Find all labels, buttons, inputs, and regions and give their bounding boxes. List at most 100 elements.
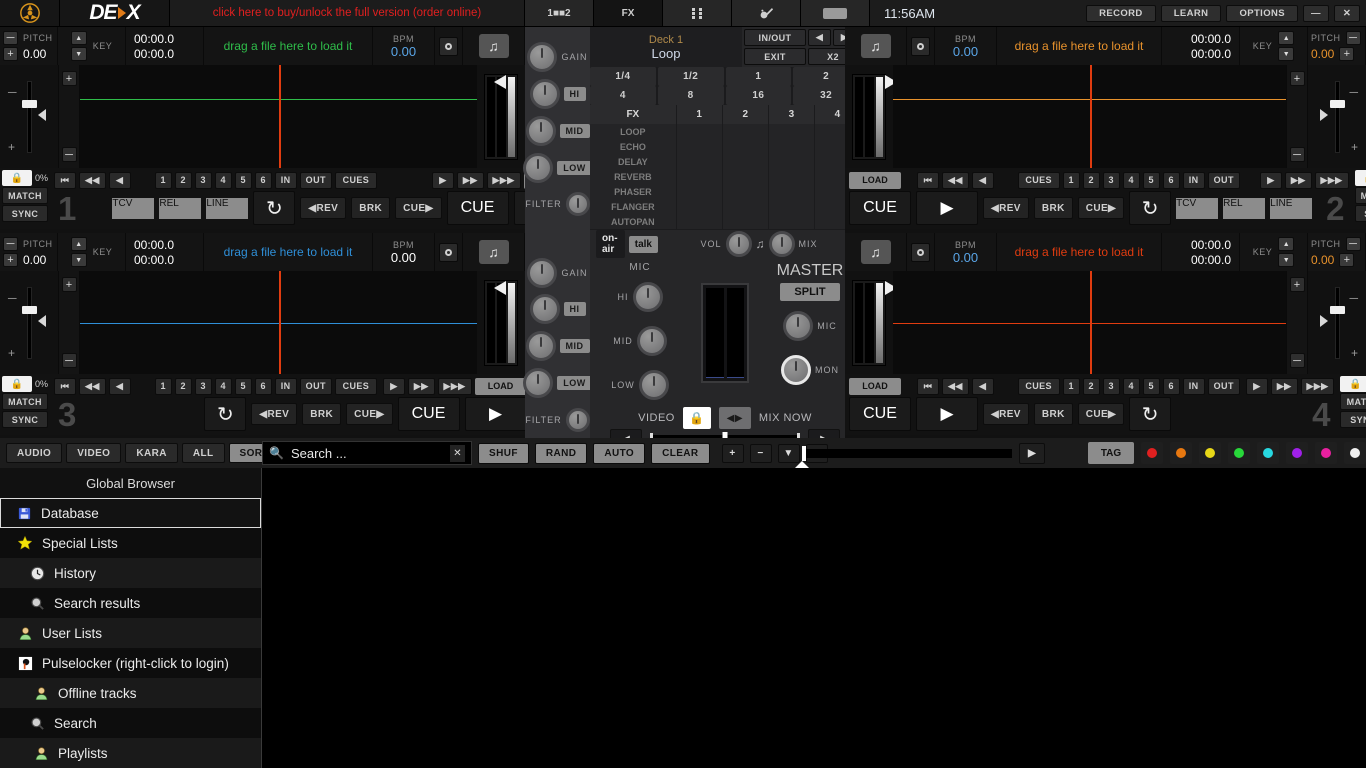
mic-hi-knob[interactable] bbox=[632, 282, 663, 312]
random-button[interactable]: RAND bbox=[534, 442, 588, 464]
cues-button[interactable]: CUES bbox=[1017, 377, 1060, 395]
cue-point-6[interactable]: 6 bbox=[1162, 171, 1180, 189]
step-back-button[interactable]: ◀ bbox=[971, 377, 994, 395]
play-button[interactable]: ▶ bbox=[916, 191, 978, 225]
deck-3-key-control[interactable]: ▲ ▼ KEY bbox=[58, 233, 126, 271]
fx-slot[interactable] bbox=[722, 139, 768, 154]
low-control-left-3[interactable]: LOW bbox=[523, 365, 592, 402]
search-field[interactable]: 🔍 Search ... ✕ bbox=[262, 441, 472, 465]
cue-point-6[interactable]: 6 bbox=[254, 171, 272, 189]
preview-progress-track[interactable] bbox=[793, 445, 1012, 470]
hi-knob[interactable] bbox=[529, 79, 560, 110]
pitch-fader-knob[interactable] bbox=[1329, 305, 1345, 314]
step-back-button[interactable]: ◀ bbox=[108, 171, 131, 189]
loop-beats-quarter[interactable]: 1/4 bbox=[590, 67, 657, 86]
low-control-left[interactable]: LOW bbox=[523, 149, 592, 186]
scratch-toggle[interactable] bbox=[732, 0, 801, 26]
filter-knob[interactable] bbox=[565, 407, 590, 432]
deck-4-waveform[interactable] bbox=[893, 271, 1286, 374]
cue-point-4[interactable]: 4 bbox=[214, 171, 232, 189]
cue-point-3[interactable]: 3 bbox=[194, 377, 212, 395]
deck-3-headphone-cue[interactable]: ♫ bbox=[463, 233, 525, 271]
loop-in-button[interactable]: IN bbox=[1182, 377, 1205, 395]
cues-button[interactable]: CUES bbox=[334, 171, 377, 189]
sampler-grid-toggle[interactable] bbox=[663, 0, 732, 26]
fast-forward-2-button[interactable]: ▶▶▶ bbox=[437, 377, 472, 395]
sidebar-item-offline-tracks[interactable]: Offline tracks bbox=[0, 678, 261, 708]
cue-point-4[interactable]: 4 bbox=[1122, 171, 1140, 189]
reverse-button[interactable]: ◀REV bbox=[251, 403, 298, 425]
fx-slot[interactable] bbox=[676, 124, 722, 139]
step-forward-button[interactable]: ▶ bbox=[1259, 171, 1282, 189]
load-button[interactable]: LOAD bbox=[474, 377, 527, 395]
rewind-button[interactable]: ◀◀ bbox=[942, 377, 969, 395]
mode-rel-button[interactable]: REL bbox=[1223, 197, 1266, 219]
search-clear-button[interactable]: ✕ bbox=[450, 444, 465, 462]
track-start-button[interactable]: ⏮ bbox=[54, 171, 77, 189]
fast-forward-button[interactable]: ▶▶ bbox=[1270, 377, 1298, 395]
fx-slot[interactable] bbox=[676, 184, 722, 199]
reverse-button[interactable]: ◀REV bbox=[983, 403, 1029, 425]
cue-button[interactable]: CUE bbox=[446, 191, 509, 225]
cue-point-4[interactable]: 4 bbox=[214, 377, 232, 395]
clear-button[interactable]: CLEAR bbox=[651, 442, 710, 464]
deck-3-bpm-tap[interactable] bbox=[435, 233, 463, 271]
deck-4-headphone-cue[interactable]: ♫ bbox=[845, 233, 907, 271]
loop-prev-button[interactable]: ◀ bbox=[808, 29, 831, 46]
track-start-button[interactable]: ⏮ bbox=[917, 171, 939, 189]
key-down-button[interactable]: ▼ bbox=[1278, 253, 1295, 267]
loop-out-button[interactable]: OUT bbox=[1207, 171, 1240, 189]
tag-color-red[interactable] bbox=[1141, 442, 1163, 464]
pitch-fader-track[interactable] bbox=[21, 286, 37, 359]
tag-color-yellow[interactable] bbox=[1199, 442, 1221, 464]
fx-slot[interactable] bbox=[722, 154, 768, 169]
loop-button[interactable]: ↻ bbox=[1129, 397, 1172, 431]
deck-3-pitch-control[interactable]: ─ PITCH + 0.00 bbox=[0, 233, 58, 271]
deck-2-bpm-tap[interactable] bbox=[907, 27, 935, 65]
loop-in-button[interactable]: IN bbox=[1182, 171, 1205, 189]
step-forward-button[interactable]: ▶ bbox=[1245, 377, 1268, 395]
sync-button[interactable]: SYNC bbox=[1354, 205, 1366, 222]
rewind-button[interactable]: ◀◀ bbox=[942, 171, 969, 189]
buy-full-version-link[interactable]: click here to buy/unlock the full versio… bbox=[170, 0, 525, 26]
fx-slot[interactable] bbox=[676, 139, 722, 154]
mic-mid-knob[interactable] bbox=[636, 326, 667, 356]
deck-2-key-control[interactable]: KEY ▲ ▼ bbox=[1240, 27, 1308, 65]
loop-beats-4[interactable]: 4 bbox=[590, 86, 657, 105]
fx-slot[interactable] bbox=[768, 124, 814, 139]
brake-button[interactable]: BRK bbox=[1033, 403, 1073, 425]
cue-point-2[interactable]: 2 bbox=[1082, 377, 1100, 395]
fx-slot[interactable] bbox=[722, 169, 768, 184]
load-button[interactable]: LOAD bbox=[849, 171, 901, 189]
deck-3-pitch-fader[interactable]: ─ + bbox=[0, 271, 58, 374]
deck-1-headphone-cue[interactable]: ♫ bbox=[463, 27, 525, 65]
fast-forward-button[interactable]: ▶▶ bbox=[407, 377, 435, 395]
cue-point-3[interactable]: 3 bbox=[1102, 377, 1120, 395]
sync-button[interactable]: SYNC bbox=[2, 411, 49, 428]
loop-beats-1[interactable]: 1 bbox=[725, 67, 793, 86]
fx-slot[interactable] bbox=[676, 214, 722, 229]
play-button[interactable]: ▶ bbox=[464, 397, 527, 431]
video-panel-toggle[interactable] bbox=[801, 0, 870, 26]
fx-slot[interactable] bbox=[768, 199, 814, 214]
track-start-button[interactable]: ⏮ bbox=[54, 377, 77, 395]
step-forward-button[interactable]: ▶ bbox=[382, 377, 405, 395]
deck-1-bpm-tap[interactable] bbox=[435, 27, 463, 65]
record-button[interactable]: RECORD bbox=[1086, 4, 1156, 22]
cue-point-2[interactable]: 2 bbox=[174, 377, 192, 395]
gain-control-left[interactable]: GAIN bbox=[527, 39, 587, 76]
hi-knob[interactable] bbox=[529, 294, 560, 325]
auto-button[interactable]: AUTO bbox=[593, 442, 646, 464]
mode-line-button[interactable]: LINE bbox=[1270, 197, 1313, 219]
deck-1-drop-zone[interactable]: drag a file here to load it bbox=[204, 27, 373, 65]
mode-line-button[interactable]: LINE bbox=[206, 197, 249, 219]
filter-knob[interactable] bbox=[565, 192, 590, 217]
tag-color-purple[interactable] bbox=[1286, 442, 1308, 464]
fx-header-slot-1[interactable]: 1 bbox=[676, 105, 722, 124]
loop-beats-half[interactable]: 1/2 bbox=[657, 67, 725, 86]
tag-color-cyan[interactable] bbox=[1257, 442, 1279, 464]
tag-button[interactable]: TAG bbox=[1088, 442, 1134, 464]
search-input[interactable]: Search ... bbox=[291, 446, 443, 461]
fast-forward-2-button[interactable]: ▶▶▶ bbox=[1300, 377, 1335, 395]
loop-beats-16[interactable]: 16 bbox=[725, 86, 793, 105]
